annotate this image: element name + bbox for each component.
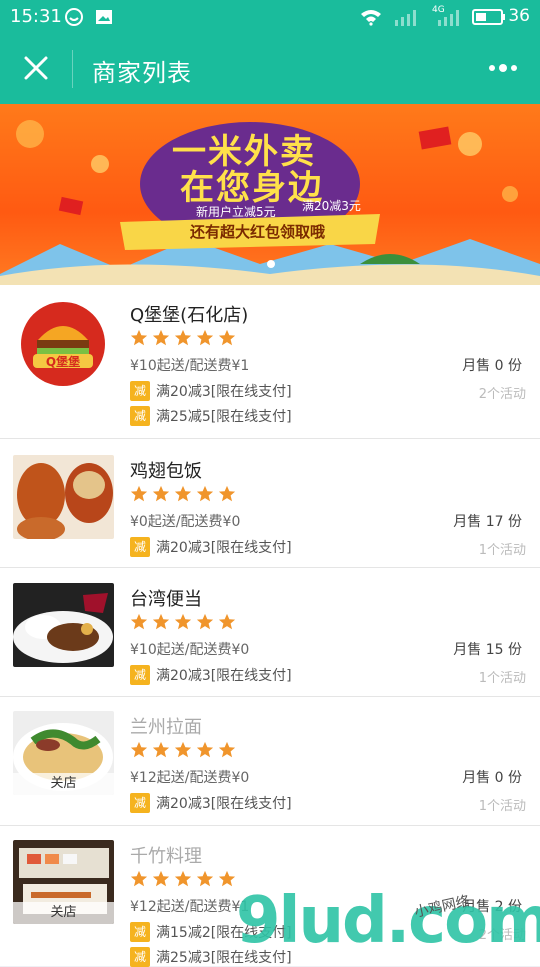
- rating-stars: [130, 613, 236, 631]
- discount-badge: 减: [130, 537, 150, 557]
- status-bar: 15:31 4G 36: [0, 0, 540, 34]
- status-time: 15:31: [10, 6, 62, 27]
- promo-text: 满25减5[限在线支付]: [156, 409, 292, 425]
- discount-badge: 减: [130, 665, 150, 685]
- smiley-notification-icon: [65, 8, 83, 26]
- restaurant-item[interactable]: 鸡翅包饭 ¥0起送/配送费¥0 月售 17 份 减 满20减3[限在线支付] 1…: [0, 439, 540, 568]
- star-icon: [174, 741, 192, 758]
- star-icon: [152, 870, 170, 887]
- promo-text: 满20减3[限在线支付]: [156, 540, 292, 556]
- star-icon: [174, 870, 192, 887]
- star-icon: [196, 485, 214, 502]
- restaurant-photo: [13, 583, 114, 667]
- discount-badge: 减: [130, 922, 150, 942]
- promo-text: 满20减3[限在线支付]: [156, 796, 292, 812]
- banner-promo-2: 满20减3元: [302, 199, 361, 213]
- star-icon: [130, 741, 148, 758]
- star-icon: [218, 870, 236, 887]
- star-icon: [152, 485, 170, 502]
- promo-line: 减 满20减3[限在线支付]: [130, 793, 292, 813]
- promo-text: 满20减3[限在线支付]: [156, 668, 292, 684]
- closed-badge: 关店: [13, 773, 114, 795]
- more-options-icon[interactable]: [488, 60, 518, 76]
- star-icon: [196, 870, 214, 887]
- rating-stars: [130, 870, 236, 888]
- activity-count[interactable]: 1个活动: [479, 667, 526, 686]
- monthly-sales: 月售 0 份: [462, 358, 522, 374]
- min-order-fee: ¥10起送/配送费¥1: [130, 358, 250, 374]
- restaurant-name: 兰州拉面: [130, 717, 202, 738]
- close-icon[interactable]: [22, 54, 50, 82]
- restaurant-logo: Q堡堡: [13, 302, 114, 386]
- restaurant-name: 千竹料理: [130, 846, 202, 867]
- app-bar: 商家列表: [0, 34, 540, 104]
- banner-ribbon-text: 还有超大红包领取哦: [190, 223, 326, 241]
- star-icon: [130, 870, 148, 887]
- restaurant-item[interactable]: 关店 兰州拉面 ¥12起送/配送费¥0 月售 0 份 减 满20减3[限在线支付…: [0, 697, 540, 826]
- monthly-sales: 月售 0 份: [462, 770, 522, 786]
- promo-line: 减 满25减5[限在线支付]: [130, 406, 292, 426]
- restaurant-photo: [13, 455, 114, 539]
- star-icon: [174, 485, 192, 502]
- restaurant-list: Q堡堡 Q堡堡(石化店) ¥10起送/配送费¥1 月售 0 份 减 满20减3[…: [0, 285, 540, 967]
- monthly-sales: 月售 15 份: [453, 642, 522, 658]
- signal-icon-2: [438, 10, 459, 26]
- discount-badge: 减: [130, 793, 150, 813]
- promo-line: 减 满20减3[限在线支付]: [130, 381, 292, 401]
- rating-stars: [130, 741, 236, 759]
- star-icon: [218, 613, 236, 630]
- star-icon: [218, 485, 236, 502]
- rating-stars: [130, 329, 236, 347]
- min-order-fee: ¥12起送/配送费¥0: [130, 770, 250, 786]
- star-icon: [218, 329, 236, 346]
- star-icon: [196, 613, 214, 630]
- banner-promo-1: 新用户立减5元: [196, 205, 276, 219]
- star-icon: [152, 329, 170, 346]
- signal-icon: [395, 10, 416, 26]
- battery-icon: [472, 9, 505, 25]
- watermark-logo: 9lud.com: [236, 884, 540, 958]
- discount-badge: 减: [130, 406, 150, 426]
- star-icon: [130, 485, 148, 502]
- appbar-divider: [72, 50, 73, 88]
- activity-count[interactable]: 2个活动: [479, 383, 526, 402]
- star-icon: [196, 741, 214, 758]
- star-icon: [130, 613, 148, 630]
- restaurant-photo: 关店: [13, 711, 114, 795]
- activity-count[interactable]: 1个活动: [479, 539, 526, 558]
- star-icon: [196, 329, 214, 346]
- star-icon: [174, 613, 192, 630]
- activity-count[interactable]: 1个活动: [479, 795, 526, 814]
- battery-level: 36: [508, 6, 530, 26]
- restaurant-name: Q堡堡(石化店): [130, 305, 249, 326]
- discount-badge: 减: [130, 381, 150, 401]
- promo-line: 减 满20减3[限在线支付]: [130, 665, 292, 685]
- watermark: 9lud.com 小鸡网络: [236, 884, 540, 960]
- restaurant-item[interactable]: Q堡堡 Q堡堡(石化店) ¥10起送/配送费¥1 月售 0 份 减 满20减3[…: [0, 285, 540, 439]
- restaurant-name: 台湾便当: [130, 589, 202, 610]
- promo-text: 满20减3[限在线支付]: [156, 384, 292, 400]
- carousel-dot-active[interactable]: [267, 260, 275, 268]
- restaurant-name: 鸡翅包饭: [130, 461, 202, 482]
- min-order-fee: ¥0起送/配送费¥0: [130, 514, 241, 530]
- promo-line: 减 满20减3[限在线支付]: [130, 537, 292, 557]
- page-title: 商家列表: [92, 59, 192, 87]
- star-icon: [218, 741, 236, 758]
- star-icon: [174, 329, 192, 346]
- wifi-icon: [361, 10, 381, 26]
- logo-text: Q堡堡: [46, 354, 80, 369]
- rating-stars: [130, 485, 236, 503]
- min-order-fee: ¥10起送/配送费¥0: [130, 642, 250, 658]
- monthly-sales: 月售 17 份: [453, 514, 522, 530]
- discount-badge: 减: [130, 947, 150, 967]
- closed-badge: 关店: [13, 902, 114, 924]
- star-icon: [152, 741, 170, 758]
- promo-banner[interactable]: 一米外卖 在您身边 新用户立减5元 满20减3元 还有超大红包领取哦: [0, 104, 540, 285]
- image-notification-icon: [96, 10, 112, 24]
- star-icon: [152, 613, 170, 630]
- restaurant-photo: 关店: [13, 840, 114, 924]
- restaurant-item[interactable]: 台湾便当 ¥10起送/配送费¥0 月售 15 份 减 满20减3[限在线支付] …: [0, 568, 540, 697]
- star-icon: [130, 329, 148, 346]
- min-order-fee: ¥12起送/配送费¥1: [130, 899, 250, 915]
